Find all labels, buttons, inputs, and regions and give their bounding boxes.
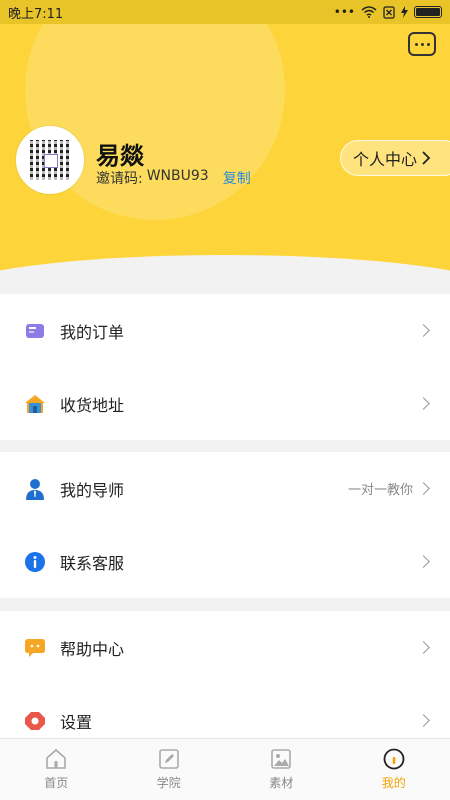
status-bar: 晚上7:11 ••• (0, 0, 450, 24)
profile-header: 易燚 邀请码: WNBU93 复制 个人中心 (0, 0, 450, 282)
menu-label: 我的导师 (60, 480, 125, 500)
signal-dots-icon: ••• (333, 5, 355, 19)
tab-materials[interactable]: 素材 (225, 739, 338, 800)
chevron-right-icon (417, 714, 430, 727)
username: 易燚 (96, 142, 144, 170)
personal-center-button[interactable]: 个人中心 (340, 140, 450, 176)
person-icon (24, 478, 46, 500)
house-icon (24, 393, 46, 415)
personal-center-label: 个人中心 (353, 150, 418, 169)
tab-label: 我的 (381, 776, 406, 790)
charging-icon (401, 6, 408, 18)
chevron-right-icon (417, 555, 430, 568)
chat-icon (24, 637, 46, 659)
image-icon (270, 748, 292, 770)
chevron-right-icon (417, 482, 430, 495)
chevron-right-icon (417, 397, 430, 410)
tab-label: 素材 (269, 776, 294, 790)
tab-mine[interactable]: 我的 (338, 739, 450, 800)
settings-icon (24, 710, 46, 732)
wifi-icon (361, 6, 377, 18)
menu-item-help-center[interactable]: 帮助中心 (0, 611, 450, 684)
tab-label: 学院 (156, 776, 181, 790)
menu-label: 我的订单 (60, 322, 125, 342)
mentor-hint: 一对一教你 (347, 483, 413, 498)
tab-home[interactable]: 首页 (0, 739, 113, 800)
header-curve (0, 255, 450, 282)
menu-item-customer-service[interactable]: 联系客服 (0, 525, 450, 598)
chevron-right-icon (417, 324, 430, 337)
menu-label: 设置 (60, 712, 93, 732)
menu-group-support: 我的导师 一对一教你 联系客服 (0, 452, 450, 598)
status-icons: ••• (334, 5, 442, 19)
menu-label: 收货地址 (60, 395, 125, 415)
message-icon[interactable] (408, 32, 436, 56)
menu-label: 帮助中心 (60, 639, 125, 659)
menu-group-help: 帮助中心 设置 (0, 611, 450, 738)
invite-code: WNBU93 (146, 168, 209, 184)
avatar[interactable] (16, 126, 84, 194)
chevron-right-icon (422, 151, 431, 165)
copy-button[interactable]: 复制 (223, 168, 251, 188)
no-sim-icon (383, 5, 395, 19)
profile-icon (383, 748, 405, 770)
invite-code-row: 邀请码: WNBU93 复制 (96, 168, 251, 188)
edit-icon (158, 748, 180, 770)
home-icon (45, 748, 67, 770)
menu-item-orders[interactable]: 我的订单 (0, 294, 450, 367)
tab-academy[interactable]: 学院 (113, 739, 226, 800)
menu-item-settings[interactable]: 设置 (0, 684, 450, 738)
status-time: 晚上7:11 (8, 6, 64, 22)
menu-item-mentor[interactable]: 我的导师 一对一教你 (0, 452, 450, 525)
chevron-right-icon (417, 641, 430, 654)
menu-group-orders: 我的订单 收货地址 (0, 294, 450, 440)
menu-item-address[interactable]: 收货地址 (0, 367, 450, 440)
info-icon (24, 551, 46, 573)
qr-code-image (30, 140, 70, 180)
invite-label: 邀请码: (96, 171, 143, 187)
menu-label: 联系客服 (60, 553, 125, 573)
tab-label: 首页 (44, 776, 69, 790)
battery-icon (414, 6, 442, 18)
order-icon (24, 320, 46, 342)
bottom-tab-bar: 首页 学院 素材 我的 (0, 738, 450, 800)
